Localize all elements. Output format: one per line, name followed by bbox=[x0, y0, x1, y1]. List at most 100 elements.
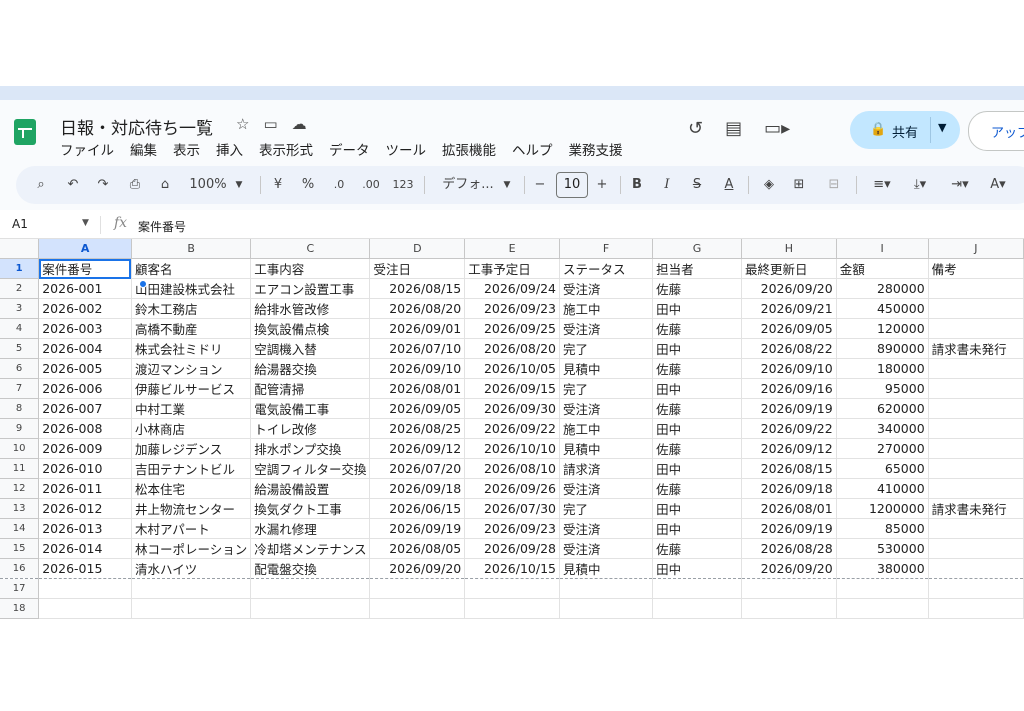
grid-cell[interactable]: 受注済 bbox=[559, 538, 654, 559]
grid-cell[interactable]: 2026/06/15 bbox=[369, 498, 466, 519]
menu-tools[interactable]: ツール bbox=[386, 139, 427, 159]
grid-cell[interactable]: 完了 bbox=[559, 338, 654, 359]
grid-cell[interactable]: 2026-008 bbox=[38, 418, 132, 439]
grid-cell[interactable] bbox=[928, 558, 1024, 579]
grid-cell[interactable]: 2026/09/20 bbox=[741, 278, 837, 299]
row-header[interactable]: 15 bbox=[0, 538, 40, 559]
column-header-c[interactable]: C bbox=[250, 239, 371, 259]
menu-view[interactable]: 表示 bbox=[173, 139, 200, 159]
star-icon[interactable]: ☆ bbox=[236, 115, 249, 133]
row-header[interactable]: 13 bbox=[0, 498, 40, 519]
row-header[interactable]: 2 bbox=[0, 278, 40, 299]
grid-cell[interactable]: 2026-005 bbox=[38, 358, 132, 379]
grid-cell[interactable]: 2026-003 bbox=[38, 318, 132, 339]
row-header[interactable]: 4 bbox=[0, 318, 40, 339]
grid-cell[interactable] bbox=[131, 578, 252, 599]
grid-cell[interactable]: 空調機入替 bbox=[250, 338, 371, 359]
grid-cell[interactable]: 給湯器交換 bbox=[250, 358, 371, 379]
grid-cell[interactable]: 完了 bbox=[559, 378, 654, 399]
grid-cell[interactable] bbox=[131, 598, 252, 619]
grid-cell[interactable]: 見積中 bbox=[559, 358, 654, 379]
column-header-e[interactable]: E bbox=[464, 239, 560, 259]
meet-video-icon[interactable]: ▭▸ bbox=[764, 118, 790, 139]
menu-edit[interactable]: 編集 bbox=[130, 139, 157, 159]
grid-cell[interactable]: 小林商店 bbox=[131, 418, 252, 439]
grid-cell[interactable]: 2026/08/01 bbox=[369, 378, 466, 399]
merge-cells-icon[interactable]: ⊟ bbox=[822, 166, 846, 204]
grid-cell[interactable]: 2026/10/15 bbox=[464, 558, 560, 579]
grid-cell[interactable]: 2026/08/15 bbox=[369, 278, 466, 299]
grid-cell[interactable]: 2026/09/19 bbox=[369, 518, 466, 539]
grid-cell[interactable]: 2026/09/12 bbox=[369, 438, 466, 459]
grid-cell[interactable] bbox=[928, 598, 1024, 619]
grid-cell[interactable]: 佐藤 bbox=[652, 538, 742, 559]
font-dropdown-icon[interactable]: ▼ bbox=[500, 166, 514, 204]
grid-cell[interactable]: 給湯設備設置 bbox=[250, 478, 371, 499]
row-header[interactable]: 5 bbox=[0, 338, 40, 359]
grid-cell[interactable]: 2026/10/10 bbox=[464, 438, 560, 459]
grid-cell[interactable]: 2026/09/10 bbox=[369, 358, 466, 379]
cloud-status-icon[interactable]: ☁ bbox=[292, 115, 307, 133]
increase-decimal-button[interactable]: .00 bbox=[358, 166, 384, 204]
grid-cell[interactable]: 2026-013 bbox=[38, 518, 132, 539]
grid-cell[interactable]: 2026/09/22 bbox=[741, 418, 837, 439]
grid-cell[interactable]: 配電盤交換 bbox=[250, 558, 371, 579]
grid-cell[interactable] bbox=[250, 578, 371, 599]
grid-cell[interactable]: 2026-002 bbox=[38, 298, 132, 319]
grid-cell[interactable]: 2026/09/05 bbox=[369, 398, 466, 419]
grid-cell[interactable] bbox=[369, 598, 466, 619]
grid-cell[interactable]: 水漏れ修理 bbox=[250, 518, 371, 539]
grid-cell[interactable]: 田中 bbox=[652, 338, 742, 359]
sheets-logo-icon[interactable] bbox=[14, 119, 36, 145]
grid-cell[interactable] bbox=[38, 598, 132, 619]
grid-cell[interactable]: 2026-010 bbox=[38, 458, 132, 479]
grid-cell[interactable]: 松本住宅 bbox=[131, 478, 252, 499]
grid-cell[interactable]: 佐藤 bbox=[652, 398, 742, 419]
grid-cell[interactable]: 株式会社ミドリ bbox=[131, 338, 252, 359]
grid-cell[interactable] bbox=[928, 418, 1024, 439]
history-icon[interactable]: ↺ bbox=[688, 118, 703, 139]
grid-cell[interactable] bbox=[652, 578, 742, 599]
grid-cell[interactable] bbox=[741, 578, 837, 599]
grid-cell[interactable]: 2026/09/20 bbox=[741, 558, 837, 579]
grid-cell[interactable]: 換気設備点検 bbox=[250, 318, 371, 339]
grid-cell[interactable]: 2026-009 bbox=[38, 438, 132, 459]
row-header[interactable]: 16 bbox=[0, 558, 40, 579]
grid-cell[interactable] bbox=[928, 578, 1024, 599]
grid-cell[interactable]: 95000 bbox=[836, 378, 929, 399]
font-size-input[interactable]: 10 bbox=[556, 172, 588, 198]
text-rotation-icon[interactable]: A▾ bbox=[986, 166, 1010, 204]
italic-button[interactable]: I bbox=[658, 166, 676, 204]
grid-cell[interactable]: 2026/07/30 bbox=[464, 498, 560, 519]
grid-cell[interactable]: 2026/09/25 bbox=[464, 318, 560, 339]
row-header[interactable]: 17 bbox=[0, 578, 40, 599]
grid-cell[interactable]: 2026/09/24 bbox=[464, 278, 560, 299]
currency-format-button[interactable]: ¥ bbox=[270, 166, 286, 204]
select-all-corner[interactable] bbox=[0, 239, 40, 259]
strikethrough-button[interactable]: S bbox=[688, 166, 706, 204]
grid-cell[interactable]: 受注済 bbox=[559, 478, 654, 499]
grid-cell[interactable]: 270000 bbox=[836, 438, 929, 459]
borders-icon[interactable]: ⊞ bbox=[790, 166, 808, 204]
move-folder-icon[interactable]: ▭ bbox=[263, 115, 277, 133]
upgrade-button[interactable]: アップ bbox=[968, 111, 1024, 151]
grid-cell[interactable]: 田中 bbox=[652, 498, 742, 519]
grid-cell[interactable]: 2026-014 bbox=[38, 538, 132, 559]
grid-cell[interactable]: 2026/08/25 bbox=[369, 418, 466, 439]
grid-cell[interactable]: 電気設備工事 bbox=[250, 398, 371, 419]
grid-cell[interactable] bbox=[464, 598, 560, 619]
grid-cell[interactable]: 2026/08/20 bbox=[464, 338, 560, 359]
grid-cell[interactable] bbox=[836, 598, 929, 619]
grid-cell[interactable]: 2026/09/23 bbox=[464, 518, 560, 539]
grid-cell[interactable]: 2026/09/12 bbox=[741, 438, 837, 459]
row-header[interactable]: 1 bbox=[0, 258, 40, 279]
more-formats-button[interactable]: 123 bbox=[390, 166, 416, 204]
grid-cell[interactable] bbox=[369, 578, 466, 599]
grid-cell[interactable]: 2026/09/16 bbox=[741, 378, 837, 399]
grid-cell[interactable] bbox=[928, 378, 1024, 399]
grid-cell[interactable]: 請求書未発行 bbox=[928, 498, 1024, 519]
grid-cell[interactable] bbox=[38, 578, 132, 599]
grid-cell[interactable]: 受注日 bbox=[369, 258, 466, 279]
grid-cell[interactable]: 佐藤 bbox=[652, 478, 742, 499]
row-header[interactable]: 3 bbox=[0, 298, 40, 319]
